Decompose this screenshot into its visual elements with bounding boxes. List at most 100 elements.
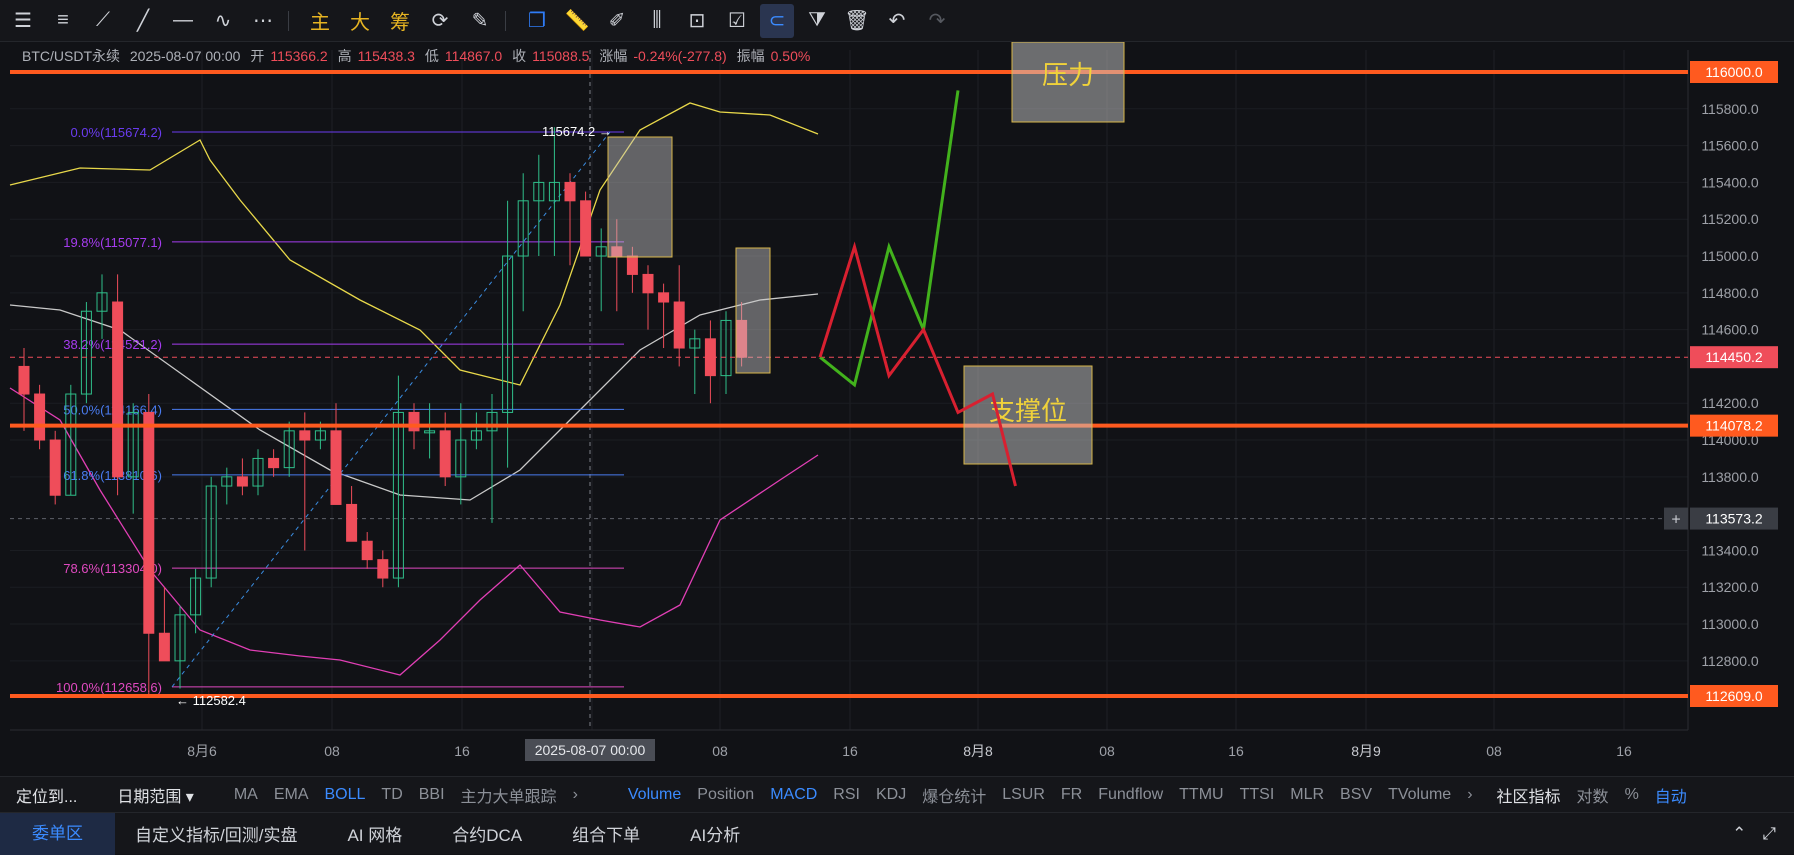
magnet-icon[interactable]: ⊂: [760, 3, 794, 38]
y-tick-label: 115600.0: [1701, 138, 1759, 154]
candle-body: [564, 181, 576, 202]
filter-icon[interactable]: ⧩: [800, 4, 834, 38]
community-indicators-button[interactable]: 社区指标: [1497, 783, 1561, 807]
chevron-right-icon[interactable]: ›: [573, 786, 578, 804]
fib-level-label: 100.0%(112658.6): [56, 680, 162, 695]
price-tag-label: 116000.0: [1705, 64, 1763, 80]
pencil-icon[interactable]: ✎: [463, 4, 497, 38]
tab-custom-indicators[interactable]: 自定义指标/回测/实盘: [135, 821, 297, 846]
brush-icon[interactable]: ✐: [600, 4, 634, 38]
log-scale-toggle[interactable]: 对数: [1577, 783, 1609, 807]
indicator-ma[interactable]: MA: [234, 786, 258, 804]
candle-body: [18, 365, 30, 395]
y-tick-label: 114800.0: [1701, 285, 1759, 301]
ruler-icon[interactable]: 📏: [560, 4, 594, 38]
tab-orders[interactable]: 委单区: [0, 812, 115, 855]
indicator-ema[interactable]: EMA: [274, 786, 309, 804]
horizontal-line-icon[interactable]: —: [166, 4, 200, 38]
auto-scale-toggle[interactable]: 自动: [1655, 783, 1687, 807]
candle-body: [330, 430, 342, 505]
layers-icon[interactable]: ≡: [46, 4, 80, 38]
price-tag-label: 112609.0: [1705, 688, 1763, 704]
crosshair-date-label: 2025-08-07 00:00: [535, 742, 646, 758]
tab-ai-analysis[interactable]: AI分析: [690, 821, 740, 846]
candle-body: [236, 476, 248, 487]
note-icon[interactable]: ☑: [720, 4, 754, 38]
lock-icon[interactable]: ⊡: [680, 4, 714, 38]
chevron-up-icon[interactable]: ⌃: [1732, 824, 1746, 844]
date-range-button[interactable]: 日期范围 ▾: [117, 783, 193, 807]
toolbar-separator: [505, 10, 506, 31]
candle-body: [439, 430, 451, 478]
indicator-kdj[interactable]: KDJ: [876, 786, 906, 804]
expand-icon[interactable]: ⤢: [1762, 824, 1776, 844]
indicator-macd[interactable]: MACD: [770, 786, 817, 804]
indicator-volume[interactable]: Volume: [628, 786, 681, 804]
indicator-td[interactable]: TD: [381, 786, 402, 804]
x-tick-label: 16: [1228, 743, 1244, 759]
y-tick-label: 115400.0: [1701, 174, 1759, 190]
copy-icon[interactable]: ❐: [520, 4, 554, 38]
candle-body: [642, 273, 654, 294]
low-marker-label: ← 112582.4: [176, 693, 246, 708]
indicator-tvolume[interactable]: TVolume: [1388, 786, 1451, 804]
menu-icon[interactable]: ☰: [6, 4, 40, 38]
trend-line-icon[interactable]: ⟋: [86, 4, 120, 38]
undo-icon[interactable]: ↶: [880, 4, 914, 38]
symbol-label[interactable]: BTC/USDT永续: [22, 48, 120, 64]
ray-line-icon[interactable]: ╱: [126, 4, 160, 38]
x-tick-label: 08: [1486, 743, 1502, 759]
tab-ai-grid[interactable]: AI 网格: [347, 821, 402, 846]
refresh-icon[interactable]: ⟳: [423, 4, 457, 38]
candle-body: [626, 255, 638, 275]
indicator-fr[interactable]: FR: [1061, 786, 1082, 804]
high-value: 115438.3: [357, 48, 415, 64]
highlight-box: [735, 247, 771, 374]
indicator-position[interactable]: Position: [697, 786, 754, 804]
indicator-ttsi[interactable]: TTSI: [1240, 786, 1275, 804]
x-tick-label: 16: [454, 743, 470, 759]
highlight-box: [607, 136, 673, 258]
large-order-button[interactable]: 大: [343, 4, 377, 38]
x-tick-label: 08: [1099, 743, 1115, 759]
candle-body: [346, 503, 358, 542]
indicator-liquidation[interactable]: 爆仓统计: [922, 783, 986, 807]
chevron-right-icon[interactable]: ›: [1467, 786, 1472, 804]
candle-body: [673, 301, 685, 349]
indicator-mlr[interactable]: MLR: [1290, 786, 1324, 804]
redo-icon[interactable]: ↷: [920, 4, 954, 38]
indicator-rsi[interactable]: RSI: [833, 786, 860, 804]
resistance-annotation-text: 压力: [1042, 60, 1094, 90]
candle-body: [34, 393, 46, 441]
y-tick-label: 114600.0: [1701, 322, 1759, 338]
main-chart-button[interactable]: 主: [303, 4, 337, 38]
indicator-boll[interactable]: BOLL: [325, 786, 366, 804]
x-tick-label: 8月6: [187, 743, 217, 759]
current-price-label: 114450.2: [1705, 349, 1763, 365]
locate-button[interactable]: 定位到...: [16, 783, 77, 807]
indicator-ttmu[interactable]: TTMU: [1179, 786, 1223, 804]
trash-icon[interactable]: 🗑: [840, 4, 874, 38]
x-tick-label: 16: [842, 743, 858, 759]
chip-button[interactable]: 筹: [383, 4, 417, 38]
indicator-fundflow[interactable]: Fundflow: [1098, 786, 1163, 804]
y-tick-label: 113200.0: [1701, 579, 1759, 595]
cursor-price-label: 113573.2: [1705, 511, 1763, 527]
price-tag-label: 114078.2: [1705, 418, 1763, 434]
candle-body: [143, 411, 155, 634]
indicator-main-order[interactable]: 主力大单跟踪: [461, 783, 557, 807]
price-chart[interactable]: 115800.0 115600.0 115400.0 115200.0 115000.0…: [0, 42, 1794, 776]
candles-icon[interactable]: ⫼: [640, 4, 674, 38]
drawing-toolbar: ☰ ≡ ⟋ ╱ — ∿ ⋯ 主 大 筹 ⟳ ✎ ❐ 📏 ✐ ⫼ ⊡ ☑ ⊂ ⧩ …: [0, 0, 1794, 42]
indicator-bbi[interactable]: BBI: [419, 786, 445, 804]
tab-contract-dca[interactable]: 合约DCA: [452, 821, 522, 846]
x-tick-label: 08: [324, 743, 340, 759]
wave-icon[interactable]: ∿: [206, 4, 240, 38]
indicator-lsur[interactable]: LSUR: [1002, 786, 1045, 804]
indicator-bar: 定位到... 日期范围 ▾ MA EMA BOLL TD BBI 主力大单跟踪 …: [0, 776, 1794, 812]
high-marker-label: 115674.2 →: [542, 124, 612, 139]
indicator-bsv[interactable]: BSV: [1340, 786, 1372, 804]
tab-combo-order[interactable]: 组合下单: [572, 821, 640, 846]
percent-scale-toggle[interactable]: %: [1625, 786, 1639, 804]
more-icon[interactable]: ⋯: [246, 4, 280, 38]
